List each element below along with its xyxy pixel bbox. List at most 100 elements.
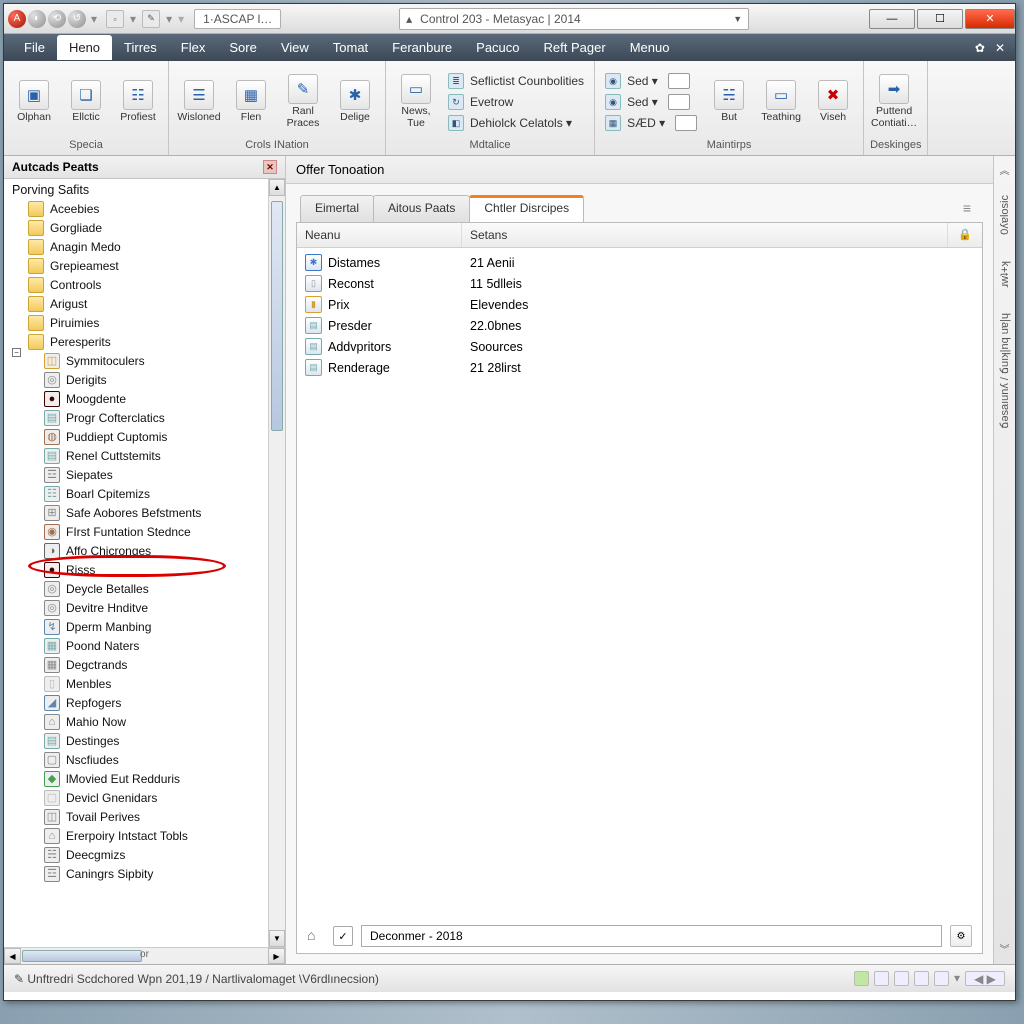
tree-item[interactable]: ◉FIrst Funtation Stednce (24, 522, 283, 541)
tree-item[interactable]: ◆lMovied Eut Redduris (24, 769, 283, 788)
menu-flex[interactable]: Flex (169, 36, 218, 59)
table-row[interactable]: ▮PrixElevendes (297, 294, 982, 315)
ribbon-button[interactable]: ▣Olphan (10, 78, 58, 124)
status-icon[interactable] (914, 971, 929, 986)
ribbon-list-item[interactable]: ▦SÆD ▾ (601, 114, 701, 132)
table-row[interactable]: ▤AddvpritorsSoources (297, 336, 982, 357)
ribbon-button[interactable]: ▭Teathing (757, 78, 805, 124)
status-icon[interactable] (934, 971, 949, 986)
ribbon-list-item[interactable]: ◧Dehiolck Celatols ▾ (444, 114, 588, 132)
tree-item[interactable]: ◎Derigits (24, 370, 283, 389)
hscrollbar[interactable]: ◀ or ▶ (4, 947, 285, 964)
check-icon[interactable]: ✓ (333, 926, 353, 946)
menu-view[interactable]: View (269, 36, 321, 59)
tab[interactable]: Aitous Paats (373, 195, 470, 222)
qat-button[interactable]: ▫ (106, 10, 124, 28)
status-icon[interactable] (854, 971, 869, 986)
tree-item[interactable]: ▦Poond Naters (24, 636, 283, 655)
tree-item[interactable]: ●Moogdente (24, 389, 283, 408)
tree-item[interactable]: ▢Devicl Gnenidars (24, 788, 283, 807)
tree-folder[interactable]: Piruimies (6, 313, 283, 332)
tree-folder[interactable]: Arigust (6, 294, 283, 313)
table-row[interactable]: ▤Renderage21 28lirst (297, 357, 982, 378)
tree-item[interactable]: ☲Caningrs Sipbity (24, 864, 283, 883)
ribbon-list-item[interactable]: ≣Seflictist Counbolities (444, 72, 588, 90)
tree-item[interactable]: ☵Deecgmizs (24, 845, 283, 864)
title-tab[interactable]: 1·ASCAP l… (194, 9, 281, 29)
ribbon-list-item[interactable]: ◉Sed ▾ (601, 93, 701, 111)
scroll-thumb[interactable] (271, 201, 283, 431)
tree-folder[interactable]: Peresperits (6, 332, 283, 351)
col-header[interactable]: Neanu (297, 223, 462, 247)
vscrollbar[interactable]: ▲ ▼ (268, 179, 285, 947)
scroll-right-icon[interactable]: ▶ (268, 948, 285, 964)
tree-item[interactable]: ▤Renel Cuttstemits (24, 446, 283, 465)
side-tab[interactable]: 0ʎɐlosic (999, 187, 1011, 243)
tree-folder[interactable]: Aceebies (6, 199, 283, 218)
table-row[interactable]: ▯Reconst11 5dlleis (297, 273, 982, 294)
tree-folder[interactable]: Anagin Medo (6, 237, 283, 256)
tree-item[interactable]: ▯Menbles (24, 674, 283, 693)
tree-item[interactable]: ☷Boarl Cpitemizs (24, 484, 283, 503)
ribbon-button[interactable]: ➡Puttend Contiati… (870, 72, 918, 129)
menu-right-icon[interactable]: ✿ (975, 41, 985, 55)
qat-button[interactable]: ✎ (142, 10, 160, 28)
tree-item[interactable]: ⊞Safe Aobores Befstments (24, 503, 283, 522)
ribbon-button[interactable]: ☵But (705, 78, 753, 124)
col-header[interactable]: Setans (462, 223, 948, 247)
tree-item[interactable]: ☲Siepates (24, 465, 283, 484)
tree-folder[interactable]: Controols (6, 275, 283, 294)
menu-menuo[interactable]: Menuo (618, 36, 682, 59)
chevron-up-icon[interactable]: ︽ (1000, 162, 1010, 177)
ribbon-list-item[interactable]: ↻Evetrow (444, 93, 588, 111)
tabs-options-icon[interactable]: ≡ (951, 194, 983, 222)
side-tab[interactable]: ճǝsaıunʎ / ճuıʞ|nq uɐ|ɥ (998, 305, 1011, 437)
minimize-button[interactable]: — (869, 9, 915, 29)
home-icon[interactable]: ⌂ (307, 927, 325, 945)
menu-heno[interactable]: Heno (57, 35, 112, 60)
menu-reft pager[interactable]: Reft Pager (532, 36, 618, 59)
tree-item[interactable]: ▤Destinges (24, 731, 283, 750)
app-icon[interactable]: A (8, 10, 26, 28)
side-tab[interactable]: ɹwʇ+ʞ (999, 253, 1011, 296)
tree-item[interactable]: ▢Nscfiudes (24, 750, 283, 769)
menu-right-icon[interactable]: ✕ (995, 41, 1005, 55)
ribbon-button[interactable]: ✱Delige (331, 78, 379, 124)
tree-expander[interactable]: − (12, 348, 21, 357)
tree-item[interactable]: ▤Progr Cofterclatics (24, 408, 283, 427)
status-icon[interactable] (874, 971, 889, 986)
chevron-down-icon[interactable]: ︾ (1000, 941, 1010, 956)
tree-item[interactable]: ⌂Ererpoiry Intstact Tobls (24, 826, 283, 845)
status-icon[interactable] (894, 971, 909, 986)
tree-item[interactable]: ◢Repfogers (24, 693, 283, 712)
scroll-up-icon[interactable]: ▲ (269, 179, 285, 196)
footer-option-icon[interactable]: ⚙ (950, 925, 972, 947)
ribbon-button[interactable]: ☰Wisloned (175, 78, 223, 124)
table-row[interactable]: ✱Distames21 Aenii (297, 252, 982, 273)
table-row[interactable]: ▤Presder22.0bnes (297, 315, 982, 336)
menu-pacuco[interactable]: Pacuco (464, 36, 531, 59)
tb-icon[interactable]: ◐ (28, 10, 46, 28)
ribbon-button[interactable]: ☷Profiest (114, 78, 162, 124)
menu-file[interactable]: File (12, 36, 57, 59)
menu-sore[interactable]: Sore (217, 36, 268, 59)
tree-folder[interactable]: Gorgliade (6, 218, 283, 237)
scroll-down-icon[interactable]: ▼ (269, 930, 285, 947)
tree-root[interactable]: Porving Safits (6, 183, 283, 197)
tree-item[interactable]: ↯Dperm Manbing (24, 617, 283, 636)
tree-item[interactable]: ◫Tovail Perives (24, 807, 283, 826)
lock-icon[interactable]: 🔒 (948, 223, 982, 247)
tree-item[interactable]: ●Risss (24, 560, 283, 579)
tree-item[interactable]: ▦Degctrands (24, 655, 283, 674)
ribbon-button[interactable]: ✖Viseh (809, 78, 857, 124)
ribbon-button[interactable]: ❏Ellctic (62, 78, 110, 124)
tree-item[interactable]: ⌂Mahio Now (24, 712, 283, 731)
menu-tirres[interactable]: Tirres (112, 36, 169, 59)
ribbon-button[interactable]: ✎Ranl Praces (279, 72, 327, 129)
menu-tomat[interactable]: Tomat (321, 36, 380, 59)
ribbon-list-item[interactable]: ◉Sed ▾ (601, 72, 701, 90)
menu-feranbure[interactable]: Feranbure (380, 36, 464, 59)
close-button[interactable]: ✕ (965, 9, 1015, 29)
panel-close-icon[interactable]: ✕ (263, 160, 277, 174)
tree-item[interactable]: ◎Deycle Betalles (24, 579, 283, 598)
